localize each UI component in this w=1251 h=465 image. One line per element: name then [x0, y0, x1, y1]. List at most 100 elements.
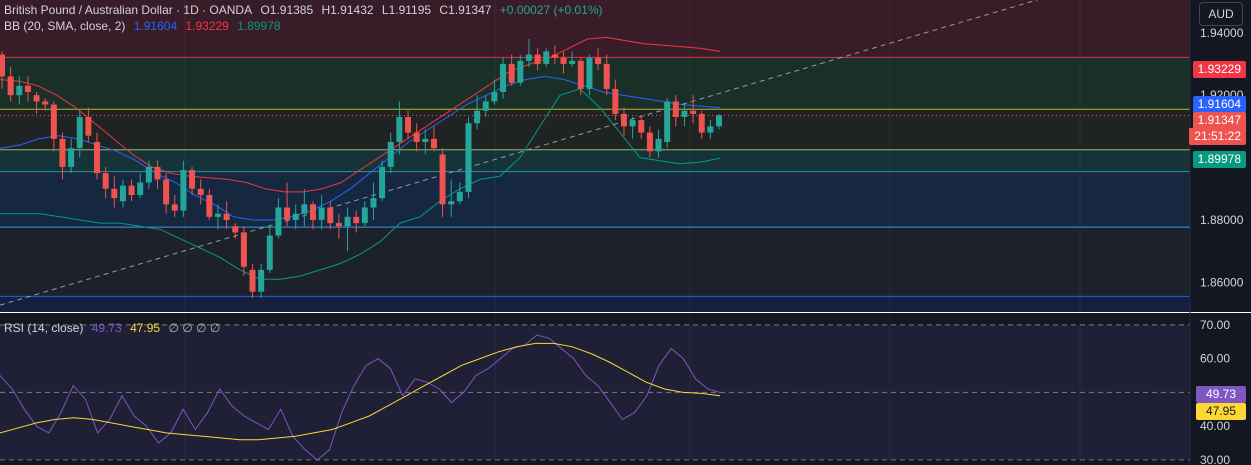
candle-body[interactable] — [223, 213, 230, 220]
candle-body[interactable] — [681, 110, 688, 117]
candle-body[interactable] — [638, 120, 645, 133]
candle-body[interactable] — [569, 60, 576, 64]
candle-body[interactable] — [335, 223, 342, 227]
candle-body[interactable] — [301, 204, 308, 214]
rsi-label[interactable]: RSI (14, close) — [4, 321, 83, 335]
candle-body[interactable] — [154, 166, 161, 180]
candle-body[interactable] — [551, 54, 558, 58]
candle-body[interactable] — [180, 170, 187, 211]
candle-body[interactable] — [344, 216, 351, 227]
candle-body[interactable] — [85, 117, 92, 136]
candle-body[interactable] — [163, 179, 170, 205]
candle-body[interactable] — [0, 54, 5, 77]
candle-body[interactable] — [707, 126, 714, 133]
high-value: H1.91432 — [321, 3, 374, 17]
candle-body[interactable] — [543, 51, 550, 64]
candle-body[interactable] — [16, 85, 23, 96]
candle-body[interactable] — [206, 195, 213, 217]
candle-body[interactable] — [525, 54, 532, 61]
candle-body[interactable] — [379, 166, 386, 199]
candle-body[interactable] — [102, 173, 109, 189]
candle-body[interactable] — [68, 148, 75, 167]
candle-body[interactable] — [214, 213, 221, 217]
candle-body[interactable] — [33, 95, 40, 102]
price-tick-label: 1.94000 — [1200, 26, 1244, 40]
candle-body[interactable] — [387, 141, 394, 167]
candle-body[interactable] — [249, 269, 256, 292]
candle-body[interactable] — [474, 110, 481, 124]
candle-body[interactable] — [586, 57, 593, 89]
candle-body[interactable] — [655, 138, 662, 152]
candle-body[interactable] — [405, 117, 412, 133]
candle-body[interactable] — [24, 85, 31, 93]
candle-body[interactable] — [76, 117, 83, 149]
rsi-value: 49.73 — [91, 321, 122, 335]
candle-body[interactable] — [448, 201, 455, 205]
candle-body[interactable] — [508, 63, 515, 83]
candle-body[interactable] — [595, 57, 602, 64]
candle-body[interactable] — [698, 113, 705, 133]
symbol-title[interactable]: British Pound / Australian Dollar · 1D ·… — [4, 3, 252, 17]
candle-body[interactable] — [327, 207, 334, 224]
rsi-tag: 49.73 — [1196, 386, 1246, 403]
candle-body[interactable] — [284, 207, 291, 220]
candle-body[interactable] — [232, 226, 239, 233]
candle-body[interactable] — [664, 101, 671, 142]
candle-body[interactable] — [240, 232, 247, 267]
candle-body[interactable] — [517, 60, 524, 83]
candle-body[interactable] — [534, 54, 541, 64]
candle-body[interactable] — [370, 198, 377, 208]
candle-body[interactable] — [119, 185, 126, 202]
chart-canvas[interactable]: 1.940001.920001.900001.880001.8600070.00… — [0, 0, 1251, 465]
price-zone — [0, 296, 1190, 312]
candle-body[interactable] — [612, 88, 619, 114]
candle-body[interactable] — [42, 101, 49, 105]
bb-label[interactable]: BB (20, SMA, close, 2) — [4, 19, 125, 33]
candle-body[interactable] — [258, 269, 265, 292]
candle-body[interactable] — [50, 104, 57, 139]
candle-body[interactable] — [672, 101, 679, 117]
candle-body[interactable] — [603, 63, 610, 89]
currency-badge[interactable]: AUD — [1199, 2, 1243, 26]
rsi-ma-value: 47.95 — [130, 321, 161, 335]
candle-body[interactable] — [145, 166, 152, 183]
candle-body[interactable] — [646, 132, 653, 152]
candle-body[interactable] — [491, 92, 498, 102]
candle-body[interactable] — [422, 138, 429, 142]
candle-body[interactable] — [7, 76, 14, 96]
candle-body[interactable] — [439, 154, 446, 205]
candle-body[interactable] — [620, 113, 627, 127]
candle-body[interactable] — [171, 204, 178, 211]
price-zone — [0, 109, 1190, 150]
candle-body[interactable] — [577, 60, 584, 89]
candle-body[interactable] — [396, 117, 403, 142]
candle-body[interactable] — [353, 216, 360, 224]
candle-body[interactable] — [500, 63, 507, 93]
candle-body[interactable] — [690, 110, 697, 114]
candle-body[interactable] — [482, 101, 489, 111]
countdown-tag: 21:51:22 — [1189, 128, 1246, 145]
candle-body[interactable] — [189, 170, 196, 189]
candle-body[interactable] — [465, 123, 472, 192]
candle-body[interactable] — [292, 213, 299, 220]
candle-body[interactable] — [560, 57, 567, 64]
candle-body[interactable] — [309, 204, 316, 220]
candle-body[interactable] — [413, 132, 420, 142]
candle-body[interactable] — [318, 207, 325, 220]
low-value: L1.91195 — [381, 3, 432, 17]
candle-body[interactable] — [430, 138, 437, 149]
candle-body[interactable] — [456, 191, 463, 202]
candle-body[interactable] — [275, 207, 282, 236]
candle-body[interactable] — [266, 235, 273, 270]
last-price-tag: 1.91347 — [1192, 112, 1246, 129]
rsi-ma-tag: 47.95 — [1196, 403, 1246, 420]
candle-body[interactable] — [197, 188, 204, 195]
candle-body[interactable] — [629, 120, 636, 127]
candle-body[interactable] — [137, 182, 144, 195]
candle-body[interactable] — [361, 207, 368, 224]
candle-body[interactable] — [716, 115, 722, 127]
candle-body[interactable] — [128, 185, 135, 195]
candle-body[interactable] — [59, 138, 66, 167]
candle-body[interactable] — [94, 141, 101, 174]
candle-body[interactable] — [111, 188, 118, 199]
